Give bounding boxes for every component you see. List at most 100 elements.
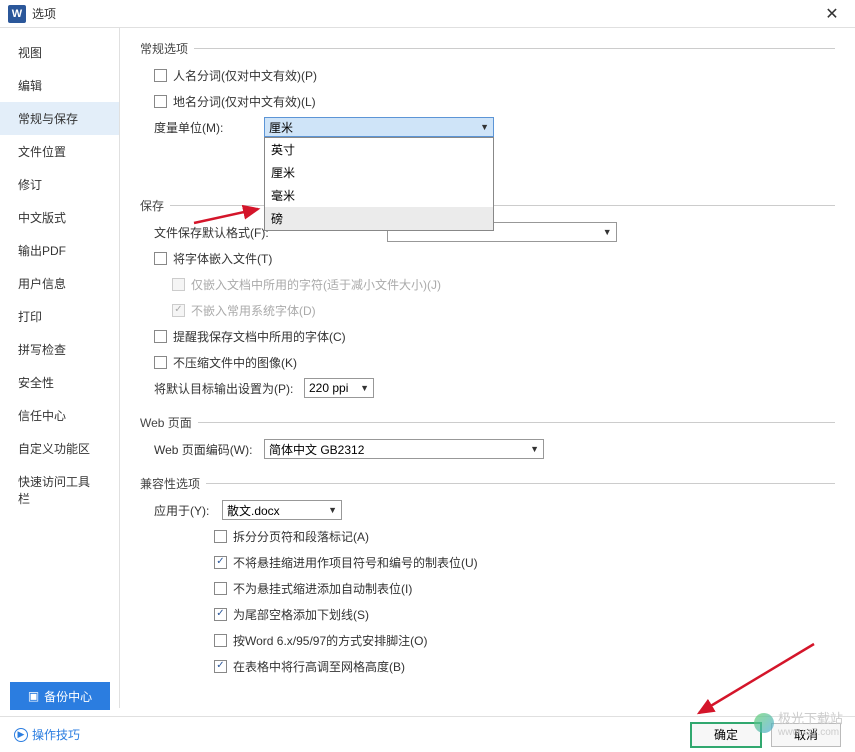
unit-dropdown-list: 英寸 厘米 毫米 磅	[264, 137, 494, 231]
option-label: 拆分分页符和段落标记(A)	[233, 528, 369, 545]
compat-opt-5[interactable]: 在表格中将行高调至网格高度(B)	[214, 656, 835, 676]
section-compat: 兼容性选项 应用于(Y): 散文.docx ▼ 拆分分页符和段落标记(A)	[140, 475, 835, 676]
row-web-encoding: Web 页面编码(W): 简体中文 GB2312 ▼	[154, 439, 835, 459]
option-place-name-split[interactable]: 地名分词(仅对中文有效)(L)	[154, 91, 835, 111]
section-general: 常规选项 人名分词(仅对中文有效)(P) 地名分词(仅对中文有效)(L) 度量单…	[140, 40, 835, 137]
chevron-down-icon: ▼	[603, 227, 612, 237]
section-title: 兼容性选项	[140, 475, 200, 492]
apply-to-label: 应用于(Y):	[154, 502, 212, 519]
divider	[198, 422, 835, 423]
divider	[194, 48, 835, 49]
sidebar-item-trust-center[interactable]: 信任中心	[0, 399, 119, 432]
checkbox-icon[interactable]	[214, 582, 227, 595]
option-label: 不为悬挂式缩进添加自动制表位(I)	[233, 580, 412, 597]
option-label: 提醒我保存文档中所用的字体(C)	[173, 328, 346, 345]
section-title: 常规选项	[140, 40, 188, 57]
sidebar-item-revision[interactable]: 修订	[0, 168, 119, 201]
close-button[interactable]: ✕	[817, 4, 847, 24]
unit-dropdown[interactable]: 厘米 ▼ 英寸 厘米 毫米 磅	[264, 117, 494, 137]
option-label: 为尾部空格添加下划线(S)	[233, 606, 369, 623]
chevron-down-icon: ▼	[328, 505, 337, 515]
option-person-name-split[interactable]: 人名分词(仅对中文有效)(P)	[154, 65, 835, 85]
chevron-down-icon: ▼	[530, 444, 539, 454]
section-header-web: Web 页面	[140, 414, 835, 431]
unit-option-mm[interactable]: 毫米	[265, 184, 493, 207]
checkbox-icon[interactable]	[154, 330, 167, 343]
option-label: 在表格中将行高调至网格高度(B)	[233, 658, 405, 675]
sidebar-item-export-pdf[interactable]: 输出PDF	[0, 234, 119, 267]
default-output-dropdown[interactable]: 220 ppi ▼	[304, 378, 374, 398]
checkbox-icon[interactable]	[214, 608, 227, 621]
backup-center-button[interactable]: ▣ 备份中心	[10, 682, 110, 710]
checkbox-icon[interactable]	[214, 556, 227, 569]
section-title: 保存	[140, 197, 164, 214]
sidebar: 视图 编辑 常规与保存 文件位置 修订 中文版式 输出PDF 用户信息 打印 拼…	[0, 28, 120, 708]
option-embed-only-used: 仅嵌入文档中所用的字符(适于减小文件大小)(J)	[172, 274, 835, 294]
checkbox-icon[interactable]	[154, 95, 167, 108]
window-title: 选项	[32, 5, 817, 22]
compat-opt-0[interactable]: 拆分分页符和段落标记(A)	[214, 526, 835, 546]
sidebar-item-spellcheck[interactable]: 拼写检查	[0, 333, 119, 366]
main-content: 视图 编辑 常规与保存 文件位置 修订 中文版式 输出PDF 用户信息 打印 拼…	[0, 28, 855, 708]
unit-selected-value: 厘米	[269, 119, 293, 136]
default-format-label: 文件保存默认格式(F):	[154, 224, 269, 241]
section-title: Web 页面	[140, 414, 192, 431]
sidebar-item-user-info[interactable]: 用户信息	[0, 267, 119, 300]
default-output-label: 将默认目标输出设置为(P):	[154, 380, 294, 397]
option-label: 将字体嵌入文件(T)	[173, 250, 272, 267]
section-header-compat: 兼容性选项	[140, 475, 835, 492]
checkbox-icon[interactable]	[214, 530, 227, 543]
bottom-bar: ▶ 操作技巧 确定 取消	[0, 716, 855, 752]
sidebar-item-edit[interactable]: 编辑	[0, 69, 119, 102]
backup-center-label: 备份中心	[44, 688, 92, 705]
row-default-format: 文件保存默认格式(F): ▼	[154, 222, 835, 242]
play-icon: ▶	[14, 728, 28, 742]
sidebar-item-quick-access[interactable]: 快速访问工具栏	[0, 465, 119, 515]
unit-option-cm[interactable]: 厘米	[265, 161, 493, 184]
unit-option-inch[interactable]: 英寸	[265, 138, 493, 161]
sidebar-item-general-save[interactable]: 常规与保存	[0, 102, 119, 135]
checkbox-icon[interactable]	[154, 356, 167, 369]
title-bar: W 选项 ✕	[0, 0, 855, 28]
unit-option-pt[interactable]: 磅	[265, 207, 493, 230]
compat-opt-3[interactable]: 为尾部空格添加下划线(S)	[214, 604, 835, 624]
tips-link[interactable]: ▶ 操作技巧	[14, 726, 80, 743]
content-area: 常规选项 人名分词(仅对中文有效)(P) 地名分词(仅对中文有效)(L) 度量单…	[120, 28, 855, 708]
chevron-down-icon: ▼	[480, 122, 489, 132]
option-label: 按Word 6.x/95/97的方式安排脚注(O)	[233, 632, 428, 649]
option-label: 地名分词(仅对中文有效)(L)	[173, 93, 316, 110]
option-no-compress-images[interactable]: 不压缩文件中的图像(K)	[154, 352, 835, 372]
compat-opt-1[interactable]: 不将悬挂缩进用作项目符号和编号的制表位(U)	[214, 552, 835, 572]
row-apply-to: 应用于(Y): 散文.docx ▼	[154, 500, 835, 520]
sidebar-item-customize-ribbon[interactable]: 自定义功能区	[0, 432, 119, 465]
option-no-embed-system: 不嵌入常用系统字体(D)	[172, 300, 835, 320]
section-header-general: 常规选项	[140, 40, 835, 57]
apply-to-dropdown[interactable]: 散文.docx ▼	[222, 500, 342, 520]
option-label: 不将悬挂缩进用作项目符号和编号的制表位(U)	[233, 554, 478, 571]
unit-label: 度量单位(M):	[154, 119, 254, 136]
option-label: 不嵌入常用系统字体(D)	[191, 302, 316, 319]
checkbox-icon[interactable]	[214, 634, 227, 647]
web-encoding-dropdown[interactable]: 简体中文 GB2312 ▼	[264, 439, 544, 459]
sidebar-item-print[interactable]: 打印	[0, 300, 119, 333]
checkbox-icon[interactable]	[154, 69, 167, 82]
backup-icon: ▣	[28, 689, 39, 703]
option-embed-fonts[interactable]: 将字体嵌入文件(T)	[154, 248, 835, 268]
compat-opt-4[interactable]: 按Word 6.x/95/97的方式安排脚注(O)	[214, 630, 835, 650]
sidebar-item-security[interactable]: 安全性	[0, 366, 119, 399]
checkbox-icon[interactable]	[154, 252, 167, 265]
apply-to-value: 散文.docx	[227, 502, 280, 519]
option-label: 不压缩文件中的图像(K)	[173, 354, 297, 371]
row-default-output: 将默认目标输出设置为(P): 220 ppi ▼	[154, 378, 835, 398]
compat-opt-2[interactable]: 不为悬挂式缩进添加自动制表位(I)	[214, 578, 835, 598]
sidebar-item-file-location[interactable]: 文件位置	[0, 135, 119, 168]
ok-button[interactable]: 确定	[691, 723, 761, 747]
cancel-button[interactable]: 取消	[771, 723, 841, 747]
option-remind-fonts[interactable]: 提醒我保存文档中所用的字体(C)	[154, 326, 835, 346]
checkbox-icon	[172, 304, 185, 317]
web-encoding-value: 简体中文 GB2312	[269, 441, 364, 458]
checkbox-icon[interactable]	[214, 660, 227, 673]
web-encoding-label: Web 页面编码(W):	[154, 441, 254, 458]
sidebar-item-cn-layout[interactable]: 中文版式	[0, 201, 119, 234]
sidebar-item-view[interactable]: 视图	[0, 36, 119, 69]
